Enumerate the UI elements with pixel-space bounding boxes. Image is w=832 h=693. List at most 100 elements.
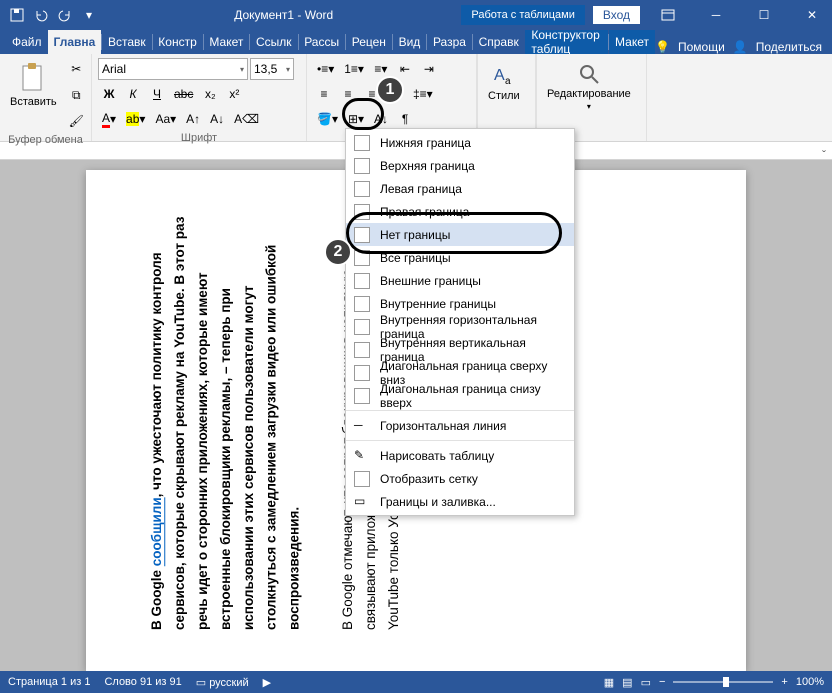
tab-insert[interactable]: Вставк xyxy=(102,30,152,54)
increase-indent-button[interactable]: ⇥ xyxy=(418,58,440,80)
copy-icon[interactable]: ⧉ xyxy=(65,84,88,106)
cut-icon[interactable]: ✂ xyxy=(65,58,88,80)
tab-table-layout[interactable]: Макет xyxy=(609,30,655,54)
svg-text:A: A xyxy=(494,67,505,84)
menu-diag-up[interactable]: Диагональная граница снизу вверх xyxy=(346,384,574,407)
no-border-icon xyxy=(354,227,370,243)
menu-no-border[interactable]: Нет границы xyxy=(346,223,574,246)
statusbar: Страница 1 из 1 Слово 91 из 91 ▭ русский… xyxy=(0,671,832,693)
menu-draw-table[interactable]: ✎Нарисовать таблицу xyxy=(346,444,574,467)
change-case-button[interactable]: Aa▾ xyxy=(151,108,180,130)
menu-horizontal-line[interactable]: ─Горизонтальная линия xyxy=(346,414,574,437)
font-color-button[interactable]: A▾ xyxy=(98,108,120,130)
zoom-in-button[interactable]: + xyxy=(781,676,787,688)
paste-button[interactable]: Вставить xyxy=(6,58,61,112)
decrease-indent-button[interactable]: ⇤ xyxy=(394,58,416,80)
font-name-combo[interactable]: Arial▾ xyxy=(98,58,248,80)
tab-table-design[interactable]: Конструктор таблиц xyxy=(525,30,608,54)
menu-bottom-border[interactable]: Нижняя граница xyxy=(346,131,574,154)
redo-icon[interactable] xyxy=(54,4,76,26)
tab-file[interactable]: Файл xyxy=(6,30,48,54)
align-left-button[interactable]: ≡ xyxy=(313,83,335,105)
document-title: Документ1 - Word xyxy=(106,8,461,22)
tab-references[interactable]: Ссылк xyxy=(250,30,298,54)
status-language[interactable]: ▭ русский xyxy=(196,676,249,689)
paragraph-marks-button[interactable]: ¶ xyxy=(394,108,416,130)
grow-font-button[interactable]: A↑ xyxy=(182,108,204,130)
menu-right-border[interactable]: Правая граница xyxy=(346,200,574,223)
outside-borders-icon xyxy=(354,273,370,289)
left-border-icon xyxy=(354,181,370,197)
menu-borders-and-shading[interactable]: ▭Границы и заливка... xyxy=(346,490,574,513)
bullets-button[interactable]: •≡▾ xyxy=(313,58,338,80)
editing-button[interactable]: Редактирование ▾ xyxy=(543,58,635,115)
tab-layout[interactable]: Макет xyxy=(203,30,249,54)
maximize-button[interactable]: ☐ xyxy=(744,0,784,30)
menu-left-border[interactable]: Левая граница xyxy=(346,177,574,200)
menu-all-borders[interactable]: Все границы xyxy=(346,246,574,269)
tab-help[interactable]: Справк xyxy=(473,30,525,54)
clear-formatting-button[interactable]: A⌫ xyxy=(230,108,263,130)
borders-dropdown-menu: Нижняя граница Верхняя граница Левая гра… xyxy=(345,128,575,516)
clipboard-group-label: Буфер обмена xyxy=(6,132,85,148)
login-button[interactable]: Вход xyxy=(593,6,640,24)
svg-text:a: a xyxy=(505,76,511,87)
zoom-slider[interactable] xyxy=(673,681,773,683)
shrink-font-button[interactable]: A↓ xyxy=(206,108,228,130)
diag-up-icon xyxy=(354,388,370,404)
font-group-label: Шрифт xyxy=(98,130,300,146)
share-button[interactable]: Поделиться xyxy=(756,40,822,54)
close-button[interactable]: ✕ xyxy=(792,0,832,30)
bold-button[interactable]: Ж xyxy=(98,83,120,105)
zoom-out-button[interactable]: − xyxy=(659,676,665,688)
strikethrough-button[interactable]: abc xyxy=(170,83,197,105)
menu-view-gridlines[interactable]: Отобразить сетку xyxy=(346,467,574,490)
view-web-icon[interactable]: ▭ xyxy=(641,676,651,689)
tab-developer[interactable]: Разра xyxy=(427,30,472,54)
align-center-button[interactable]: ≡ xyxy=(337,83,359,105)
status-macro-icon[interactable]: ▶ xyxy=(263,676,271,689)
font-size-combo[interactable]: 13,5▾ xyxy=(250,58,294,80)
help-label[interactable]: Помощи xyxy=(678,40,725,54)
callout-1-badge: 1 xyxy=(376,76,404,104)
menu-top-border[interactable]: Верхняя граница xyxy=(346,154,574,177)
status-words[interactable]: Слово 91 из 91 xyxy=(104,676,181,688)
shading-button[interactable]: 🪣▾ xyxy=(313,108,342,130)
highlight-button[interactable]: ab▾ xyxy=(122,108,149,130)
bottom-border-icon xyxy=(354,135,370,151)
view-read-icon[interactable]: ▦ xyxy=(604,676,614,689)
top-border-icon xyxy=(354,158,370,174)
undo-icon[interactable] xyxy=(30,4,52,26)
tab-design[interactable]: Констр xyxy=(152,30,202,54)
styles-button[interactable]: Aa Стили xyxy=(484,58,524,106)
share-icon: 👤 xyxy=(733,40,748,54)
tab-home[interactable]: Главна xyxy=(48,30,102,54)
save-icon[interactable] xyxy=(6,4,28,26)
ribbon-tabs: Файл Главна Вставк Констр Макет Ссылк Ра… xyxy=(0,30,832,54)
inside-borders-icon xyxy=(354,296,370,312)
inside-h-border-icon xyxy=(354,319,370,335)
link-reported[interactable]: сообщили xyxy=(149,497,164,566)
borders-button[interactable]: ⊞▾ xyxy=(344,108,368,130)
titlebar: ▾ Документ1 - Word Работа с таблицами Вх… xyxy=(0,0,832,30)
tab-mailings[interactable]: Рассы xyxy=(298,30,345,54)
superscript-button[interactable]: x² xyxy=(223,83,245,105)
status-page[interactable]: Страница 1 из 1 xyxy=(8,676,90,688)
subscript-button[interactable]: x₂ xyxy=(199,83,221,105)
numbering-button[interactable]: 1≡▾ xyxy=(340,58,368,80)
tab-review[interactable]: Рецен xyxy=(346,30,392,54)
underline-button[interactable]: Ч xyxy=(146,83,168,105)
minimize-button[interactable]: ─ xyxy=(696,0,736,30)
sort-button[interactable]: A↓ xyxy=(370,108,392,130)
italic-button[interactable]: К xyxy=(122,83,144,105)
ribbon-display-icon[interactable] xyxy=(648,0,688,30)
editing-label: Редактирование xyxy=(547,88,631,100)
format-painter-icon[interactable]: 🖌 xyxy=(65,110,88,132)
menu-outside-borders[interactable]: Внешние границы xyxy=(346,269,574,292)
line-spacing-button[interactable]: ‡≡▾ xyxy=(409,83,437,105)
view-print-icon[interactable]: ▤ xyxy=(622,676,632,689)
qat-dropdown-icon[interactable]: ▾ xyxy=(78,4,100,26)
tab-view[interactable]: Вид xyxy=(393,30,427,54)
right-border-icon xyxy=(354,204,370,220)
zoom-level[interactable]: 100% xyxy=(796,676,824,688)
